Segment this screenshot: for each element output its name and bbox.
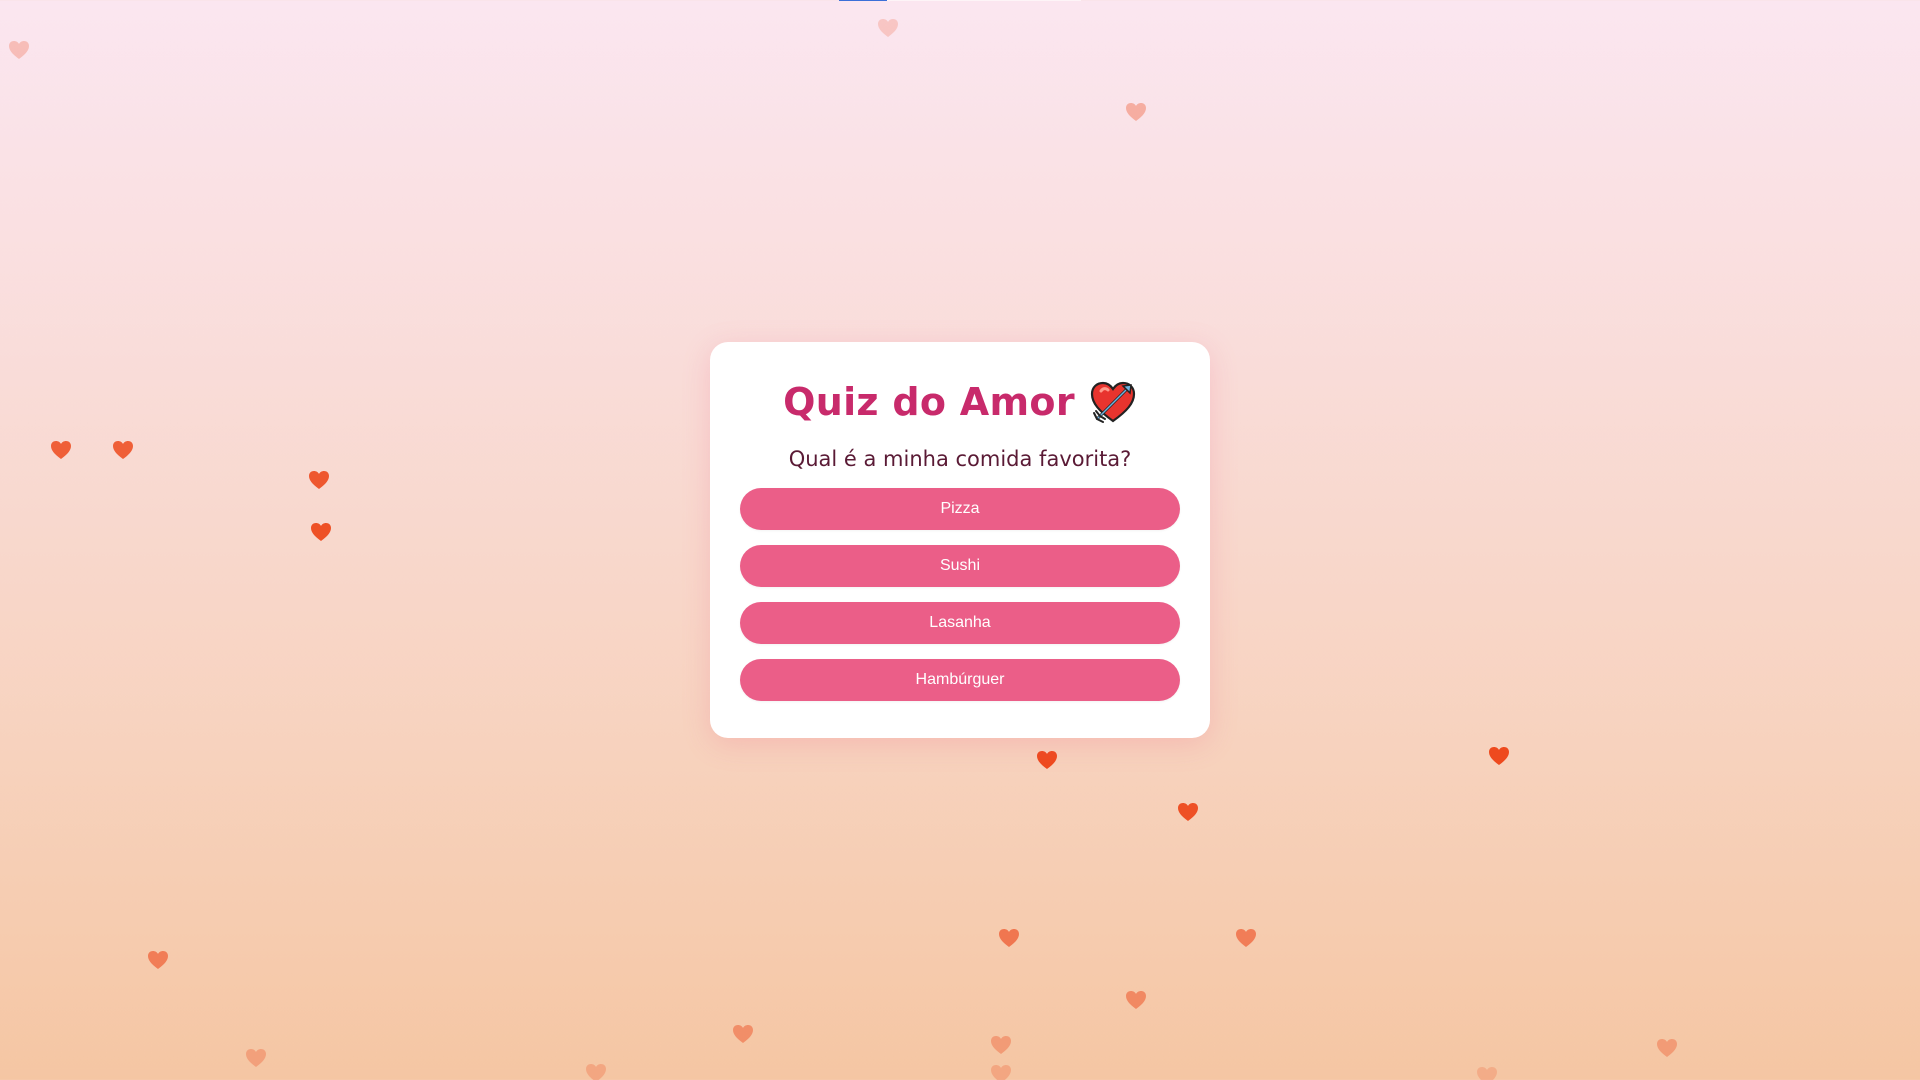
heart-with-arrow-icon: [1090, 381, 1135, 423]
heart-icon: [1125, 102, 1147, 122]
option-button-sushi[interactable]: Sushi: [740, 545, 1180, 587]
option-button-lasanha[interactable]: Lasanha: [740, 602, 1180, 644]
heart-icon: [245, 1048, 267, 1068]
heart-icon: [1656, 1038, 1678, 1058]
heart-icon: [112, 440, 134, 460]
heart-icon: [308, 470, 330, 490]
quiz-card: Quiz do Amor Qual é a minha comida favor…: [710, 342, 1210, 738]
progress-bar: [839, 0, 1081, 1]
heart-icon: [310, 522, 332, 542]
heart-icon: [8, 40, 30, 60]
heart-icon: [585, 1063, 607, 1080]
heart-icon: [147, 950, 169, 970]
question-text: Qual é a minha comida favorita?: [788, 447, 1132, 471]
answer-options: Pizza Sushi Lasanha Hambúrguer: [740, 488, 1180, 701]
heart-icon: [1125, 990, 1147, 1010]
heart-icon: [1476, 1066, 1498, 1080]
heart-icon: [1036, 750, 1058, 770]
heart-icon: [732, 1024, 754, 1044]
heart-icon: [990, 1035, 1012, 1055]
quiz-title: Quiz do Amor: [783, 380, 1075, 424]
progress-bar-fill: [839, 0, 888, 1]
heart-icon: [998, 928, 1020, 948]
heart-icon: [1177, 802, 1199, 822]
heart-icon: [1235, 928, 1257, 948]
option-button-pizza[interactable]: Pizza: [740, 488, 1180, 530]
heart-icon: [1488, 746, 1510, 766]
heart-icon: [990, 1064, 1012, 1080]
quiz-header: Quiz do Amor: [740, 374, 1180, 430]
heart-icon: [50, 440, 72, 460]
heart-icon: [877, 18, 899, 38]
option-button-hamburguer[interactable]: Hambúrguer: [740, 659, 1180, 701]
